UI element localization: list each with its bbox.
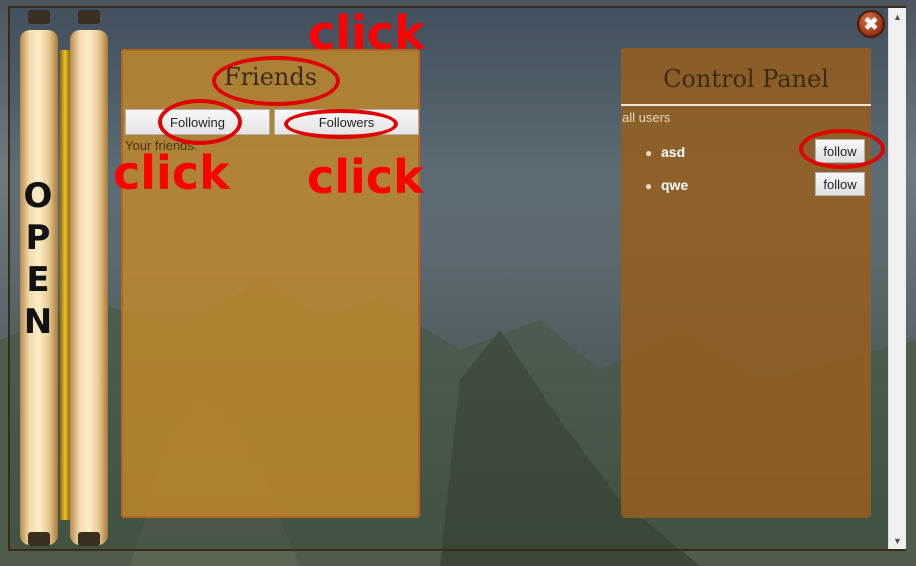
open-label: O P E N — [21, 175, 55, 343]
scroll-up-arrow-icon[interactable]: ▲ — [889, 8, 906, 25]
username: qwe — [661, 177, 689, 193]
scroll-gold-strip — [60, 50, 70, 520]
open-letter: E — [26, 260, 50, 300]
close-button[interactable]: ✖ — [857, 10, 885, 38]
all-users-label: all users — [622, 110, 671, 125]
annotation-ring-followers — [284, 109, 398, 139]
open-letter: O — [23, 176, 53, 216]
scroll-cap — [28, 10, 50, 24]
open-letter: P — [25, 218, 51, 258]
bullet-icon: ● — [645, 179, 653, 193]
control-panel: Control Panel all users ● asd follow ● q… — [621, 48, 871, 518]
scroll-cap — [28, 532, 50, 546]
annotation-ring-follow — [799, 129, 885, 169]
bullet-icon: ● — [645, 146, 653, 160]
open-letter: N — [23, 302, 53, 342]
follow-button[interactable]: follow — [815, 172, 865, 196]
scroll-down-arrow-icon[interactable]: ▼ — [889, 532, 906, 549]
open-scroll-button[interactable]: O P E N — [15, 10, 115, 555]
scroll-cap — [78, 532, 100, 546]
scroll-rod-right — [70, 30, 108, 545]
vertical-scrollbar[interactable]: ▲ ▼ — [888, 8, 906, 549]
username: asd — [661, 144, 686, 160]
divider — [621, 104, 871, 106]
click-annotation-right: click — [307, 150, 424, 204]
close-icon: ✖ — [863, 13, 879, 34]
annotation-ring-friends — [212, 56, 340, 106]
click-annotation-top: click — [308, 6, 425, 60]
control-panel-title: Control Panel — [663, 65, 829, 93]
scroll-cap — [78, 10, 100, 24]
user-list-item: ● qwe follow — [621, 172, 871, 201]
annotation-ring-following — [158, 99, 242, 145]
click-annotation-left: click — [113, 146, 230, 200]
